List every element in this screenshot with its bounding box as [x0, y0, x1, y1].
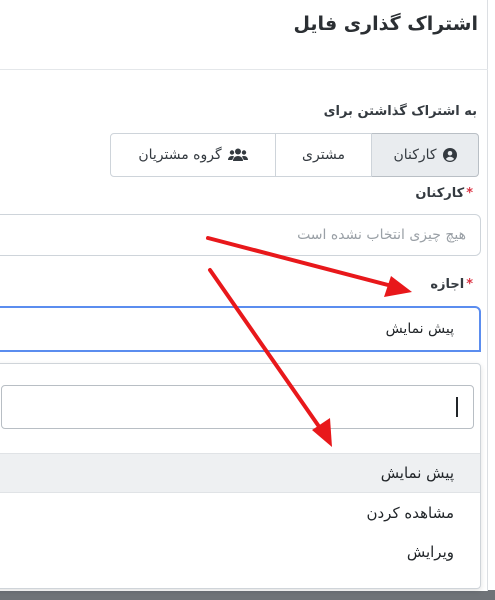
users-group-icon — [227, 148, 248, 162]
share-with-label: به اشتراک گذاشتن برای — [323, 104, 477, 119]
share-with-customer-group-button[interactable]: گروه مشتریان — [110, 133, 276, 177]
share-file-modal: اشتراک گذاری فایل به اشتراک گذاشتن برای … — [0, 0, 488, 591]
permission-select[interactable]: پیش نمایش — [0, 306, 481, 352]
modal-header: اشتراک گذاری فایل — [0, 0, 488, 70]
required-mark: * — [466, 277, 473, 292]
permission-field-label: *اجازه — [430, 277, 473, 292]
share-with-customer-label: مشتری — [302, 147, 345, 163]
modal-title: اشتراک گذاری فایل — [293, 13, 478, 35]
required-mark: * — [466, 186, 473, 201]
share-with-staff-label: کارکنان — [393, 147, 437, 163]
user-circle-icon — [442, 148, 457, 162]
text-cursor — [456, 397, 458, 417]
share-with-customer-button[interactable]: مشتری — [275, 133, 372, 177]
permission-select-value: پیش نمایش — [385, 321, 454, 337]
permission-option-preview[interactable]: پیش نمایش — [0, 453, 480, 493]
permission-option-view[interactable]: مشاهده کردن — [0, 493, 480, 533]
staff-field-label: *کارکنان — [415, 186, 473, 201]
backdrop-overlay — [0, 590, 495, 600]
permission-option-edit[interactable]: ویرایش — [0, 532, 480, 572]
dropdown-search-input[interactable] — [1, 385, 474, 429]
share-with-customer-group-label: گروه مشتریان — [138, 147, 222, 163]
staff-select-placeholder: هیچ چیزی انتخاب نشده است — [297, 227, 466, 243]
share-with-staff-button[interactable]: کارکنان — [371, 133, 479, 177]
permission-dropdown-menu: پیش نمایش مشاهده کردن ویرایش — [0, 363, 481, 589]
staff-select[interactable]: هیچ چیزی انتخاب نشده است — [0, 214, 481, 256]
